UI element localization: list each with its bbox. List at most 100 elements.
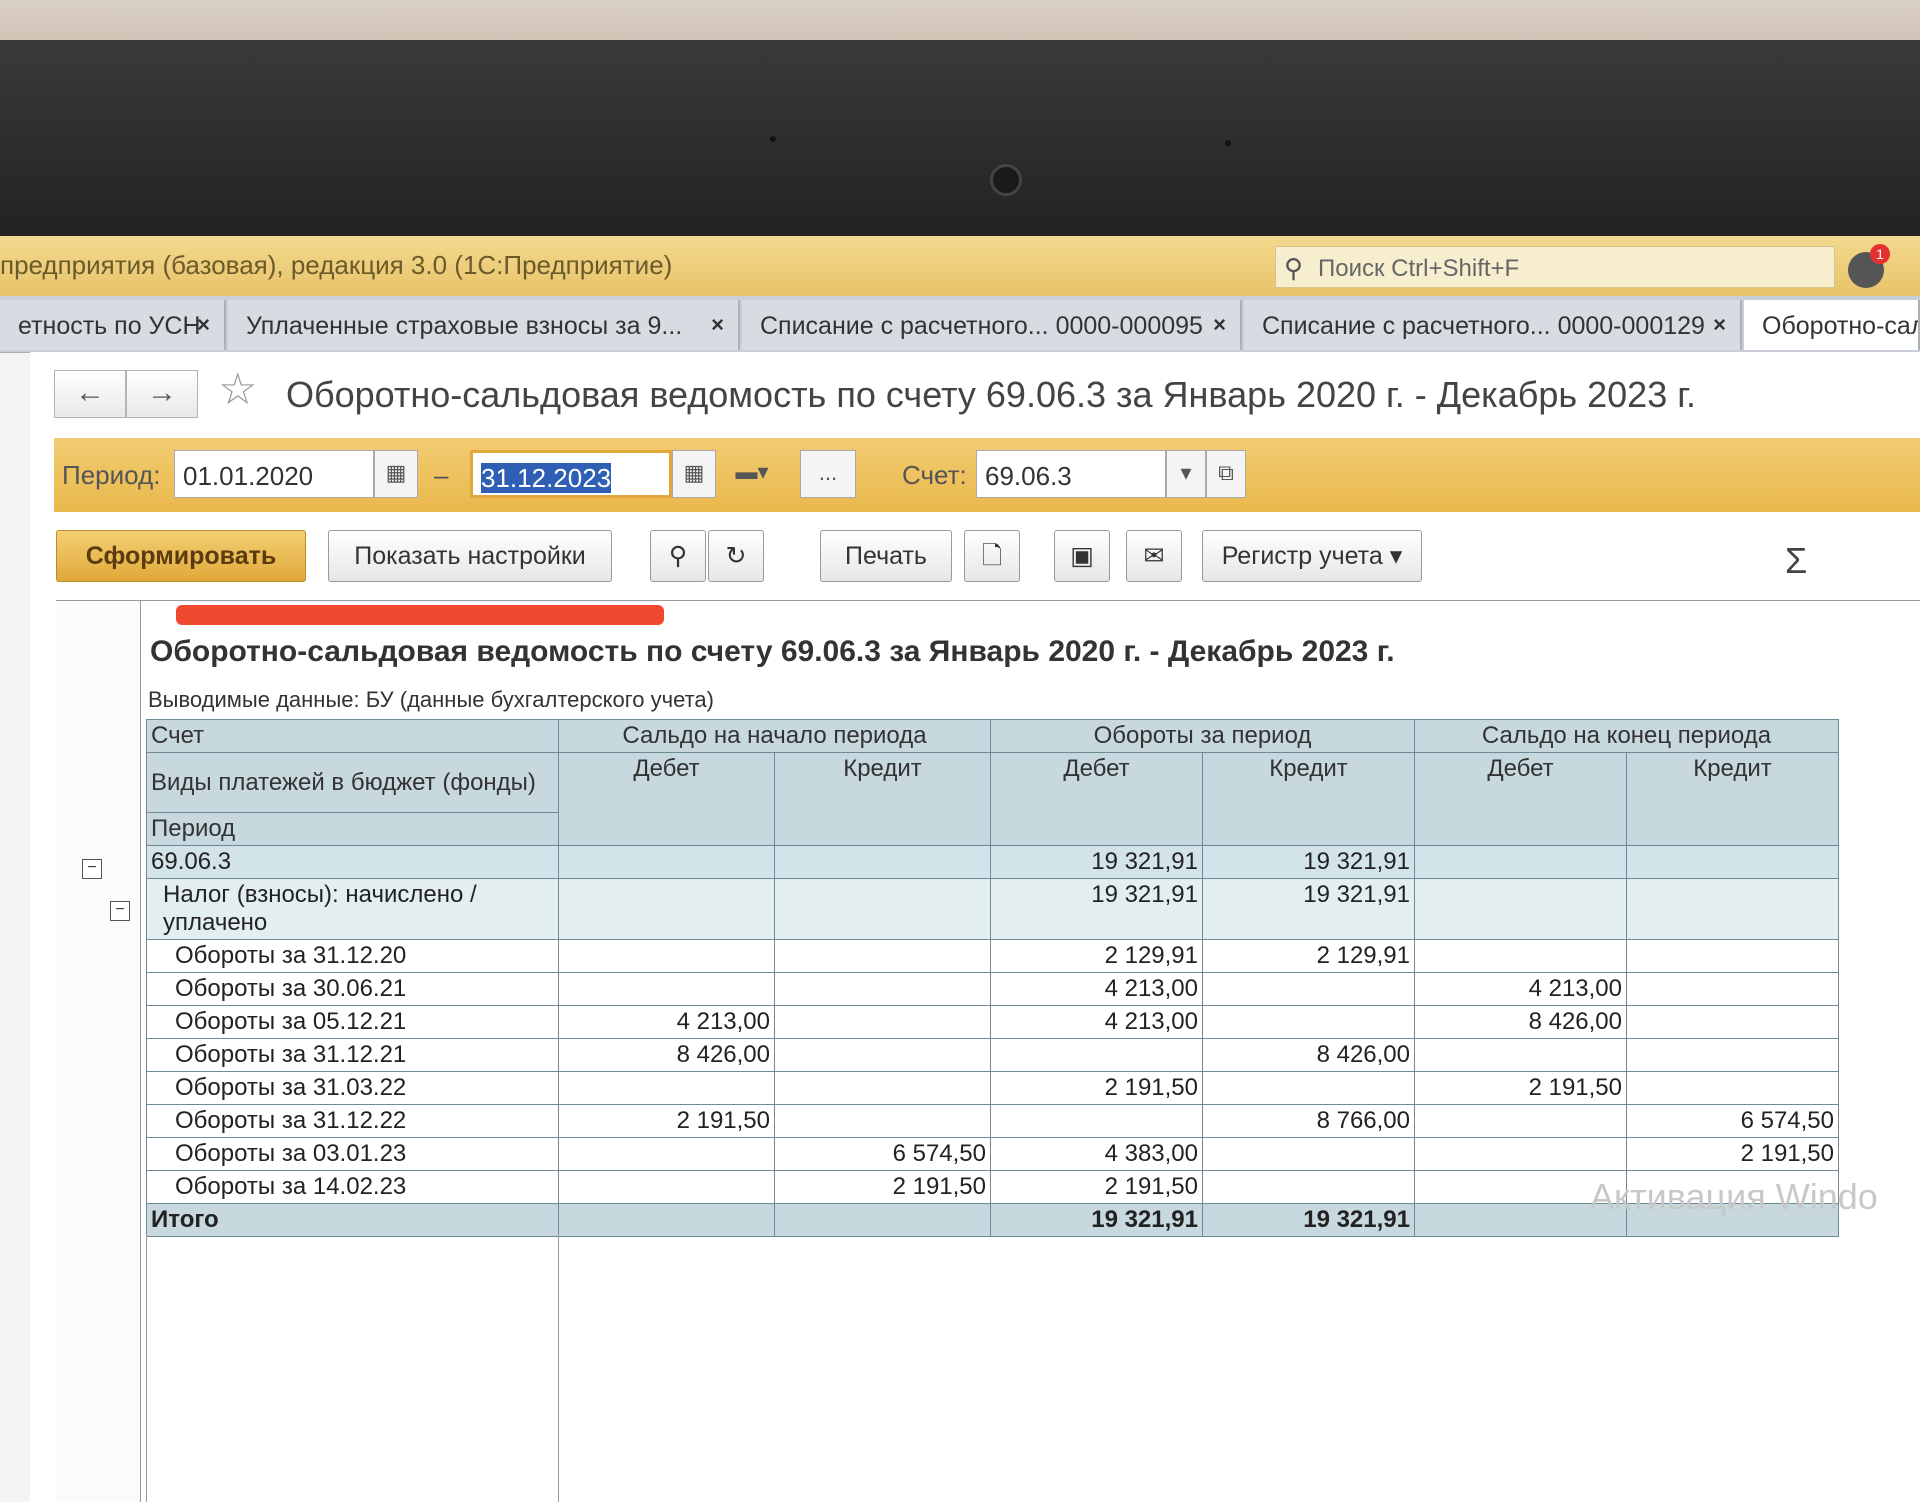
cell [1626, 1071, 1839, 1105]
cell: 19 321,91 [990, 878, 1203, 940]
table-row[interactable]: Обороты за 30.06.21 4 213,00 4 213,00 [146, 972, 1839, 1006]
table-row[interactable]: Обороты за 31.12.21 8 426,00 8 426,00 [146, 1038, 1839, 1072]
search-icon: ⚲ [1284, 253, 1304, 283]
register-dropdown[interactable]: Регистр учета ▾ [1202, 530, 1422, 582]
cell [1202, 1137, 1415, 1171]
cell [558, 1170, 775, 1204]
account-input[interactable]: 69.06.3 [976, 450, 1166, 498]
redaction-mark [176, 605, 664, 625]
cell: 2 129,91 [1202, 939, 1415, 973]
report-form: ← → ☆ Оборотно-сальдовая ведомость по сч… [30, 352, 1920, 1502]
cell [1414, 1104, 1627, 1138]
sum-icon[interactable]: Σ [1785, 540, 1807, 582]
notification-badge: 1 [1870, 244, 1890, 264]
cell: 4 213,00 [990, 972, 1203, 1006]
close-icon[interactable]: × [197, 312, 210, 338]
cell [1414, 1137, 1627, 1171]
save-icon[interactable]: ▣ [1054, 530, 1110, 582]
total-row: Итого 19 321,91 19 321,91 [146, 1203, 1839, 1237]
open-account-icon[interactable]: ⧉ [1206, 450, 1246, 498]
osv-table: Счет Сальдо на начало периода Обороты за… [146, 719, 1839, 1237]
cell: 2 191,50 [990, 1071, 1203, 1105]
report-title: Оборотно-сальдовая ведомость по счету 69… [150, 635, 1395, 668]
col-account: Счет [146, 719, 559, 753]
tab-writeoff-129[interactable]: Списание с расчетного... 0000-000129 × [1244, 300, 1742, 350]
col-closing: Сальдо на конец периода [1414, 719, 1839, 753]
close-icon[interactable]: × [1713, 312, 1726, 338]
col-open-credit: Кредит [774, 752, 991, 846]
global-search[interactable]: ⚲ Поиск Ctrl+Shift+F [1275, 246, 1835, 288]
table-row[interactable]: Обороты за 03.01.23 6 574,50 4 383,00 2 191… [146, 1137, 1839, 1171]
cell [1202, 1005, 1415, 1039]
select-period-button[interactable]: ... [800, 450, 856, 498]
cell: 2 191,50 [1626, 1137, 1839, 1171]
grid-line [558, 1233, 559, 1502]
cell [1202, 972, 1415, 1006]
print-button[interactable]: Печать [820, 530, 952, 582]
show-settings-button[interactable]: Показать настройки [328, 530, 612, 582]
cell [558, 972, 775, 1006]
tab-label: Списание с расчетного... 0000-000095 [760, 312, 1203, 340]
bezel-sensor [770, 136, 776, 142]
calendar-icon[interactable]: ▦ [672, 450, 716, 498]
calendar-icon[interactable]: ▦ [374, 450, 418, 498]
windows-activation-watermark: Активация Windo [1590, 1176, 1878, 1217]
cell: 2 191,50 [1414, 1071, 1627, 1105]
cell: 2 129,91 [990, 939, 1203, 973]
account-row[interactable]: 69.06.3 19 321,91 19 321,91 [146, 845, 1839, 879]
date-to-input[interactable]: 31.12.2023 [470, 450, 672, 498]
cell: 6 574,50 [774, 1137, 991, 1171]
collapse-icon[interactable]: − [110, 901, 130, 921]
cell: 4 213,00 [1414, 972, 1627, 1006]
close-icon[interactable]: × [1213, 312, 1226, 338]
table-row[interactable]: Обороты за 05.12.21 4 213,00 4 213,00 8 426… [146, 1005, 1839, 1039]
chevron-down-icon: ▾ [1389, 542, 1403, 570]
chevron-down-icon[interactable]: ▾ [1166, 450, 1206, 498]
email-icon[interactable]: ✉ [1126, 530, 1182, 582]
search-icon[interactable]: ⚲ [650, 530, 706, 582]
cell [558, 1137, 775, 1171]
cell [774, 1038, 991, 1072]
back-button[interactable]: ← [54, 370, 126, 418]
cell [774, 1104, 991, 1138]
table-row[interactable]: Обороты за 14.02.23 2 191,50 2 191,50 [146, 1170, 1839, 1204]
tab-label: етность по УСН [18, 312, 201, 340]
cell: 19 321,91 [990, 845, 1203, 879]
app-title: предприятия (базовая), редакция 3.0 (1С:… [0, 250, 673, 280]
period-variant-dropdown-icon[interactable]: ▬▾ [724, 450, 780, 498]
empty-sheet-area [146, 1233, 1920, 1502]
cell [990, 1038, 1203, 1072]
bezel-sensor [1225, 140, 1231, 146]
generate-button[interactable]: Сформировать [56, 530, 306, 582]
cell [1626, 939, 1839, 973]
collapse-icon[interactable]: − [82, 859, 102, 879]
search-clear-icon[interactable]: ↻ [708, 530, 764, 582]
period-cell: Обороты за 14.02.23 [146, 1170, 559, 1204]
grouping-gutter [56, 601, 141, 1502]
period-cell: Обороты за 31.12.21 [146, 1038, 559, 1072]
table-row[interactable]: Обороты за 31.03.22 2 191,50 2 191,50 [146, 1071, 1839, 1105]
cell: 8 766,00 [1202, 1104, 1415, 1138]
preview-icon[interactable]: 🗋 [964, 530, 1020, 582]
favorite-star-icon[interactable]: ☆ [218, 364, 257, 415]
report-sheet[interactable]: − − Оборотно-сальдовая ведомость по счет… [56, 600, 1920, 1502]
account-label: Счет: [902, 460, 967, 490]
cell: 2 191,50 [774, 1170, 991, 1204]
forward-button[interactable]: → [126, 370, 198, 418]
tab-usn-report[interactable]: етность по УСН × [0, 300, 226, 350]
tab-osv[interactable]: Оборотно-саль [1744, 300, 1920, 350]
table-row[interactable]: Обороты за 31.12.20 2 129,91 2 129,91 [146, 939, 1839, 973]
period-label: Период: [62, 460, 161, 490]
date-from-input[interactable]: 01.01.2020 [174, 450, 374, 498]
tab-insurance-payments[interactable]: Уплаченные страховые взносы за 9... × [228, 300, 740, 350]
close-icon[interactable]: × [711, 312, 724, 338]
subgroup-row[interactable]: Налог (взносы): начислено / уплачено 19 … [146, 878, 1839, 940]
col-opening: Сальдо на начало периода [558, 719, 991, 753]
table-row[interactable]: Обороты за 31.12.22 2 191,50 8 766,00 6 574… [146, 1104, 1839, 1138]
register-label: Регистр учета [1221, 542, 1383, 570]
header-row: Счет Сальдо на начало периода Обороты за… [146, 719, 1839, 753]
tab-writeoff-95[interactable]: Списание с расчетного... 0000-000095 × [742, 300, 1242, 350]
col-open-debit: Дебет [558, 752, 775, 846]
period-cell: Обороты за 31.12.22 [146, 1104, 559, 1138]
cell [558, 1071, 775, 1105]
